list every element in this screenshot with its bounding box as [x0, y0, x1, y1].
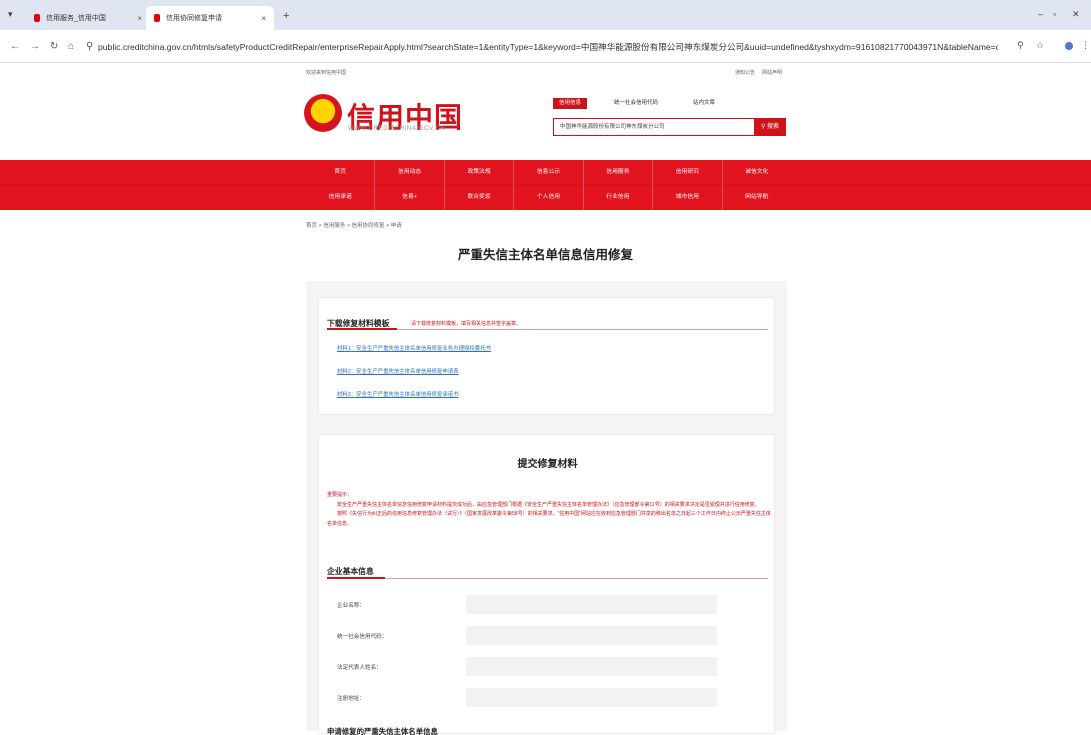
page-content: 欢迎来到信用中国 通知公告 网站声明 信用中国 WWW.CREDITCHINA.… — [0, 63, 1091, 735]
download-hint: 请下载修复材料模板，填写相关信息并签字盖章。 — [411, 321, 522, 327]
welcome-text: 欢迎来到信用中国 — [306, 70, 347, 76]
site-favicon-icon — [154, 14, 160, 22]
nav-item-news[interactable]: 信用动态 — [375, 160, 445, 185]
notice-paragraph-1: 安全生产严重失信主体名单信息信用修复申请材料提交成功后，由应急管理部门根据《安全… — [327, 501, 760, 508]
notice-link[interactable]: 通知公告 — [735, 69, 755, 76]
home-icon[interactable]: ⌂ — [68, 41, 74, 52]
credit-code-label: 统一社会信用代码： — [337, 634, 388, 640]
company-name-field[interactable] — [466, 595, 717, 614]
bookmark-star-icon[interactable]: ☆ — [1036, 40, 1044, 51]
nav-item-culture[interactable]: 诚信文化 — [723, 160, 791, 185]
tab-close-icon[interactable]: × — [137, 14, 142, 23]
tab-label: 信用服务_信用中国 — [46, 15, 106, 22]
site-favicon-icon — [34, 14, 40, 22]
download-link-2[interactable]: 材料2：安全生产严重失信主体名单信用修复申请表 — [337, 367, 459, 375]
nav-row-2: 信用承诺 信易+ 联合奖惩 个人信用 行业信用 城市信用 网站导航 — [306, 185, 791, 210]
new-tab-button[interactable]: + — [283, 10, 289, 22]
submit-materials-card: 提交修复材料 重要提示： 安全生产严重失信主体名单信息信用修复申请材料提交成功后… — [318, 434, 775, 735]
zoom-icon[interactable]: ⚲ — [1017, 40, 1024, 51]
submit-title: 提交修复材料 — [517, 459, 578, 470]
breadcrumb[interactable]: 首页 > 信用服务 > 信用协同修复 > 申请 — [306, 221, 402, 229]
nav-item-xinyi[interactable]: 信易+ — [375, 185, 445, 210]
nav-item-personal[interactable]: 个人信用 — [514, 185, 584, 210]
legal-rep-label: 法定代表人姓名： — [337, 665, 382, 671]
basic-info-heading: 企业基本信息 — [327, 567, 374, 576]
download-link-1[interactable]: 材料1：安全生产严重失信主体名单信用修复业务办理授权委托书 — [337, 344, 491, 352]
search-button[interactable]: ⚲ 搜索 — [754, 118, 786, 136]
address-bar[interactable]: public.creditchina.gov.cn/htmls/safetyPr… — [98, 41, 998, 53]
content-panel: 下载修复材料模板 请下载修复材料模板，填写相关信息并签字盖章。 材料1：安全生产… — [306, 281, 787, 735]
browser-tab-2-active[interactable]: 信用协同修复申请 × — [146, 6, 274, 30]
nav-item-disclosure[interactable]: 信息公示 — [514, 160, 584, 185]
nav-item-research[interactable]: 信用研究 — [653, 160, 723, 185]
notice-heading: 重要提示： — [327, 492, 353, 498]
section-accent — [327, 328, 397, 330]
address-label: 注册地址： — [337, 696, 365, 702]
download-templates-card: 下载修复材料模板 请下载修复材料模板，填写相关信息并签字盖章。 材料1：安全生产… — [318, 297, 775, 415]
site-logo-subtitle: WWW.CREDITCHINA.GOV.CN — [348, 126, 446, 132]
main-navigation: 首页 信用动态 政策法规 信息公示 信用服务 信用研究 诚信文化 信用承诺 信易… — [0, 160, 1091, 210]
nav-item-services[interactable]: 信用服务 — [584, 160, 654, 185]
restore-icon[interactable]: ▫ — [1053, 9, 1056, 19]
search-tab-credit-info[interactable]: 信用信息 — [553, 98, 588, 109]
nav-row-1: 首页 信用动态 政策法规 信息公示 信用服务 信用研究 诚信文化 — [306, 160, 791, 185]
tab-label: 信用协同修复申请 — [166, 15, 222, 22]
important-notice: 重要提示： 安全生产严重失信主体名单信息信用修复申请材料提交成功后，由应急管理部… — [327, 491, 771, 529]
credit-code-field[interactable] — [466, 626, 717, 645]
search-tab-unified-code[interactable]: 统一社会信用代码 — [614, 98, 658, 109]
site-info-icon[interactable]: ⚲ — [86, 41, 93, 52]
reload-icon[interactable]: ↻ — [50, 41, 58, 52]
browser-tab-bar: ▾ 信用服务_信用中国 × 信用协同修复申请 × + – ▫ ✕ — [0, 0, 1091, 30]
tab-close-icon[interactable]: × — [261, 14, 266, 23]
close-window-icon[interactable]: ✕ — [1072, 9, 1080, 20]
search-tab-articles[interactable]: 站内文章 — [693, 98, 715, 109]
section-divider — [327, 578, 768, 579]
statement-link[interactable]: 网站声明 — [762, 69, 782, 76]
download-link-3[interactable]: 材料3：安全生产严重失信主体名单信用修复承诺书 — [337, 390, 459, 398]
tab-list-chevron-icon[interactable]: ▾ — [8, 9, 13, 20]
search-input[interactable]: 中国神华能源股份有限公司神东煤炭分公司 — [553, 118, 754, 136]
company-name-label: 企业名称： — [337, 603, 365, 609]
section-accent — [327, 577, 385, 579]
page-title: 严重失信主体名单信息信用修复 — [457, 247, 633, 262]
menu-kebab-icon[interactable]: ⋮ — [1081, 40, 1090, 51]
nav-item-sitemap[interactable]: 网站导航 — [723, 185, 791, 210]
search-button-label: 搜索 — [767, 124, 780, 130]
notice-paragraph-2: 按照《失信行为纠正后的信用信息修复管理办法（试行）》（国家发展改革委令第58号）… — [327, 511, 771, 527]
address-field[interactable] — [466, 688, 717, 707]
nav-item-policy[interactable]: 政策法规 — [445, 160, 515, 185]
nav-item-industry[interactable]: 行业信用 — [584, 185, 654, 210]
nav-item-home[interactable]: 首页 — [306, 160, 376, 185]
nav-item-joint[interactable]: 联合奖惩 — [445, 185, 515, 210]
browser-tab-1[interactable]: 信用服务_信用中国 × — [26, 6, 150, 30]
profile-avatar[interactable] — [1065, 42, 1073, 50]
nav-item-commitment[interactable]: 信用承诺 — [306, 185, 376, 210]
legal-rep-field[interactable] — [466, 657, 717, 676]
nav-item-city[interactable]: 城市信用 — [653, 185, 723, 210]
back-arrow-icon[interactable]: ← — [10, 41, 20, 52]
national-emblem-icon — [304, 94, 342, 132]
browser-toolbar: ← → ↻ ⌂ ⚲ public.creditchina.gov.cn/html… — [0, 30, 1091, 63]
minimize-icon[interactable]: – — [1038, 9, 1043, 19]
forward-arrow-icon[interactable]: → — [30, 41, 40, 52]
